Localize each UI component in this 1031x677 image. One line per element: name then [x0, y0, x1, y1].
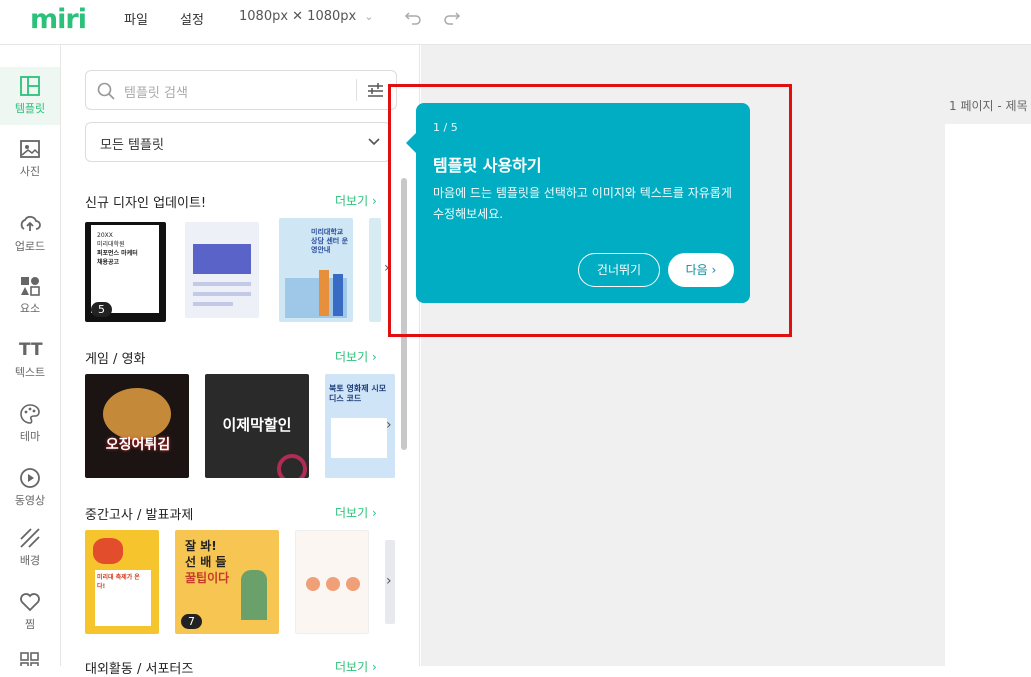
template-thumb[interactable]: 이제막할인 [205, 374, 309, 478]
more-link[interactable]: 더보기 › [335, 192, 377, 209]
menu-file[interactable]: 파일 [124, 9, 148, 28]
nav-label: 텍스트 [14, 366, 46, 379]
template-panel: 템플릿 검색 모든 템플릿 신규 디자인 업데이트! 더보기 › 20XX 미리… [61, 45, 420, 677]
tooltip-description: 마음에 드는 템플릿을 선택하고 이미지와 텍스트를 자유롭게 수정해보세요. [433, 186, 732, 221]
top-bar: miri 파일 설정 1080px ✕ 1080px ⌄ [0, 0, 1031, 45]
text-icon: TT [19, 340, 43, 360]
palette-icon [20, 404, 40, 424]
thumb-text: 20XX [97, 232, 113, 239]
chevron-right-icon[interactable]: › [386, 573, 400, 591]
more-link[interactable]: 더보기 › [335, 348, 377, 365]
upload-icon [20, 215, 41, 231]
more-label: 더보기 [335, 194, 369, 208]
section-title: 중간고사 / 발표과제 [85, 508, 194, 523]
template-thumb[interactable]: 20XX 미리대학원 퍼포먼스 마케터 채용공고 5 [85, 222, 166, 322]
thumb-text: 미리대학원 [97, 241, 125, 248]
chevron-right-icon: › [711, 263, 717, 277]
nav-theme[interactable]: 테마 [0, 395, 60, 453]
nav-label: 요소 [19, 302, 41, 315]
page-count-badge: 5 [91, 302, 112, 317]
tooltip-caret [406, 133, 416, 153]
grid-icon[interactable] [20, 652, 40, 666]
elements-icon [21, 277, 40, 296]
page-label[interactable]: 1 페이지 - 제목 [949, 97, 1028, 114]
nav-background[interactable]: 배경 [0, 519, 60, 577]
template-thumb[interactable]: 잘 봐! 선 배 들 꿀팁이다 7 [175, 530, 279, 634]
page-count-badge: 7 [181, 614, 202, 629]
template-thumb[interactable] [369, 218, 381, 322]
template-category-select[interactable]: 모든 템플릿 [85, 122, 391, 162]
miri-logo[interactable]: miri [30, 4, 87, 35]
thumb-text: 이제막할인 [222, 416, 292, 434]
nav-label: 템플릿 [14, 102, 46, 115]
thumb-text: 퍼포먼스 마케터 [97, 250, 138, 257]
template-thumb[interactable]: 미리대 축제가 온다! [85, 530, 159, 634]
search-input[interactable]: 템플릿 검색 [124, 82, 188, 101]
thumb-text: 오징어튀김 [105, 437, 171, 453]
nav-label: 테마 [19, 430, 41, 443]
left-nav: 템플릿 사진 업로드 요소 TT 텍스트 테마 동영상 배경 찜 [0, 45, 61, 666]
more-link[interactable]: 더보기 › [335, 658, 377, 675]
tooltip-title: 템플릿 사용하기 [433, 156, 542, 175]
video-icon [20, 468, 40, 488]
nav-upload[interactable]: 업로드 [0, 205, 60, 263]
more-link[interactable]: 더보기 › [335, 504, 377, 521]
more-label: 더보기 [335, 660, 369, 674]
nav-elements[interactable]: 요소 [0, 267, 60, 325]
canvas-size-select[interactable]: 1080px ✕ 1080px ⌄ [239, 9, 374, 24]
photo-icon [20, 140, 40, 158]
thumb-text: 북토 영화제 시모디스 코드 [329, 384, 387, 403]
template-thumb[interactable]: 미리대학교 상담 센터 운영안내 [279, 218, 353, 322]
thumb-text: 미리대 축제가 온다! [97, 574, 140, 590]
nav-label: 배경 [19, 554, 41, 567]
next-label: 다음 [685, 263, 708, 277]
more-label: 더보기 [335, 350, 369, 364]
canvas-size-label: 1080px ✕ 1080px [239, 9, 357, 24]
nav-video[interactable]: 동영상 [0, 459, 60, 517]
chevron-down-icon: ⌄ [364, 10, 374, 23]
template-thumb[interactable] [185, 222, 259, 318]
skip-button[interactable]: 건너뛰기 [578, 253, 660, 287]
heart-icon [20, 593, 40, 612]
section-title: 대외활동 / 서포터즈 [85, 662, 194, 677]
thumb-text: 채용공고 [97, 259, 120, 266]
thumb-text: 잘 봐! [185, 539, 217, 553]
design-page[interactable] [945, 124, 1031, 666]
section-title: 신규 디자인 업데이트! [85, 196, 207, 211]
template-category-value: 모든 템플릿 [100, 138, 164, 153]
nav-text[interactable]: TT 텍스트 [0, 331, 60, 389]
template-thumb[interactable]: 북토 영화제 시모디스 코드 [325, 374, 395, 478]
thumb-text: 꿀팁이다 [185, 571, 230, 585]
thumb-text: 선 배 들 [185, 555, 227, 569]
redo-icon[interactable] [443, 8, 461, 31]
nav-favorite[interactable]: 찜 [0, 583, 60, 641]
menu-settings[interactable]: 설정 [180, 9, 204, 28]
undo-icon[interactable] [404, 8, 422, 31]
onboarding-tooltip: 1 / 5 템플릿 사용하기 마음에 드는 템플릿을 선택하고 이미지와 텍스트… [406, 103, 750, 303]
tooltip-step: 1 / 5 [433, 121, 458, 134]
nav-photo[interactable]: 사진 [0, 130, 60, 188]
nav-label: 찜 [24, 618, 36, 631]
section-title: 게임 / 영화 [85, 352, 146, 367]
thumb-text: 미리대학교 상담 센터 운영안내 [311, 228, 349, 254]
template-thumb[interactable]: 오징어튀김 [85, 374, 189, 478]
template-thumb[interactable] [295, 530, 369, 634]
filter-icon[interactable] [367, 82, 384, 99]
chevron-down-icon [368, 138, 380, 146]
search-icon [97, 82, 115, 100]
template-icon [20, 76, 40, 96]
background-icon [20, 528, 40, 548]
search-divider [356, 79, 357, 101]
next-button[interactable]: 다음 › [668, 253, 734, 287]
search-box[interactable]: 템플릿 검색 [85, 70, 397, 110]
nav-label: 사진 [19, 165, 41, 178]
nav-template[interactable]: 템플릿 [0, 67, 60, 125]
nav-label: 동영상 [14, 494, 46, 507]
chevron-right-icon[interactable]: › [386, 417, 400, 435]
more-label: 더보기 [335, 506, 369, 520]
nav-label: 업로드 [14, 240, 46, 253]
